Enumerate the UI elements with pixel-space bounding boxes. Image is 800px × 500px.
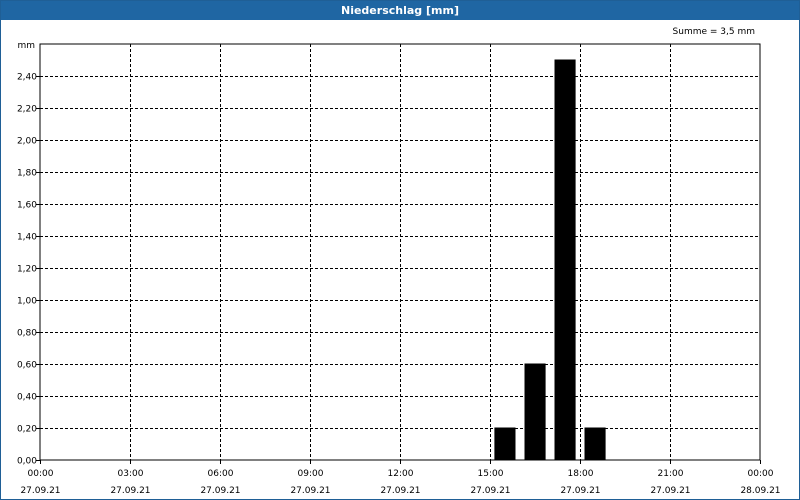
x-tick-date-label: 27.09.21 — [200, 486, 240, 496]
precipitation-bar — [494, 427, 516, 461]
y-tick-label: 1,00 — [17, 297, 37, 307]
y-tick-label: 1,60 — [17, 201, 37, 211]
x-tick-time-label: 06:00 — [208, 469, 234, 479]
y-tick-label: 1,20 — [17, 265, 37, 275]
x-tick-time-label: 00:00 — [28, 469, 54, 479]
y-tick-label: 1,80 — [17, 169, 37, 179]
bar-series — [494, 59, 606, 461]
x-tick-date-label: 27.09.21 — [110, 486, 150, 496]
y-axis-unit-label: mm — [17, 41, 35, 51]
x-axis-ticks: 00:00 27.09.21 03:00 27.09.21 06:00 27.09.21 0… — [20, 460, 781, 496]
x-tick-date-label: 27.09.21 — [650, 486, 690, 496]
precipitation-bar — [584, 427, 606, 461]
y-axis-ticks: 0,00 0,20 0,40 0,60 0,80 1,00 1,20 1,40 1,60 1,80… — [17, 73, 40, 467]
x-tick-date-label: 27.09.21 — [470, 486, 510, 496]
chart-svg: Summe = 3,5 mm mm 0,00 0,20 0,40 0,60 0,80 1,… — [17, 27, 781, 496]
x-tick-date-label: 27.09.21 — [380, 486, 420, 496]
grid-lines — [40, 44, 760, 460]
y-tick-label: 1,40 — [17, 233, 37, 243]
sum-label: Summe = 3,5 mm — [673, 27, 755, 37]
x-tick-date-label: 27.09.21 — [290, 486, 330, 496]
precipitation-bar — [554, 59, 576, 461]
y-tick-label: 0,80 — [17, 329, 37, 339]
y-tick-label: 0,00 — [17, 457, 37, 467]
x-tick-time-label: 00:00 — [748, 469, 774, 479]
y-tick-label: 2,20 — [17, 105, 37, 115]
x-tick-time-label: 15:00 — [478, 469, 504, 479]
x-tick-date-label: 28.09.21 — [740, 486, 780, 496]
y-tick-label: 2,00 — [17, 137, 37, 147]
x-tick-time-label: 03:00 — [118, 469, 144, 479]
x-tick-date-label: 27.09.21 — [560, 486, 600, 496]
y-tick-label: 2,40 — [17, 73, 37, 83]
x-tick-time-label: 18:00 — [568, 469, 594, 479]
y-tick-label: 0,20 — [17, 425, 37, 435]
x-tick-time-label: 09:00 — [298, 469, 324, 479]
x-tick-date-label: 27.09.21 — [20, 486, 60, 496]
precipitation-bar — [524, 363, 546, 461]
y-tick-label: 0,60 — [17, 361, 37, 371]
y-tick-label: 0,40 — [17, 393, 37, 403]
x-tick-time-label: 21:00 — [658, 469, 684, 479]
x-tick-time-label: 12:00 — [388, 469, 414, 479]
